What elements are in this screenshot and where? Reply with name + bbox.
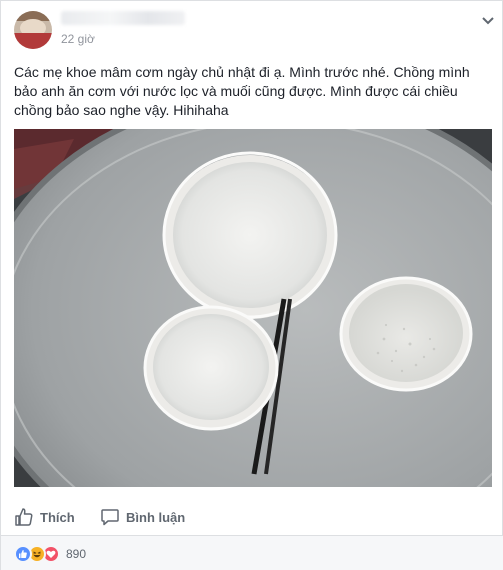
author-name-blurred[interactable] [61,11,185,25]
comment-button[interactable]: Bình luận [100,505,185,529]
thumbs-up-icon [14,507,34,527]
comment-label: Bình luận [126,509,186,525]
reactions-bar: 890 [1,536,503,570]
post-text: Các mẹ khoe mâm cơm ngày chủ nhật đi ạ. … [14,64,470,118]
post-timestamp[interactable]: 22 giờ [61,32,95,46]
post-actions: Thích Bình luận [1,501,503,533]
avatar[interactable] [14,11,52,49]
post-card: 22 giờ Các mẹ khoe mâm cơm ngày chủ nhật… [0,0,503,570]
like-label: Thích [40,509,75,525]
like-button[interactable]: Thích [14,505,75,529]
speech-bubble-icon [100,507,120,527]
like-reaction-icon [14,545,32,563]
reaction-count[interactable]: 890 [66,547,86,561]
post-photo[interactable] [14,129,492,487]
chevron-down-icon[interactable] [481,13,495,25]
post-header: 22 giờ [1,1,503,59]
reactions-summary[interactable]: 890 [14,545,86,563]
